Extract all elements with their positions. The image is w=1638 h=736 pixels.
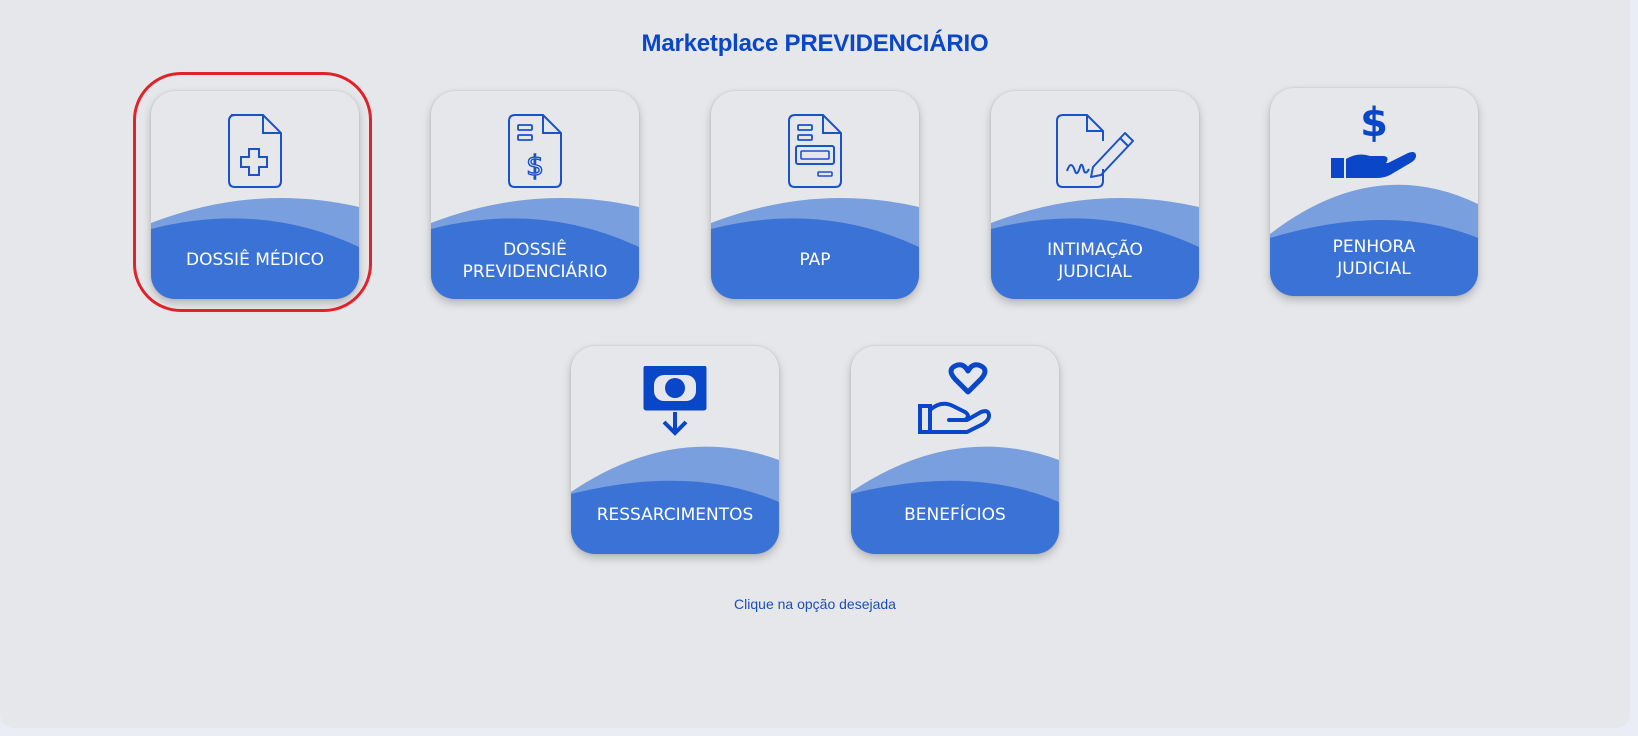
- card-label: DOSSIÊ PREVIDENCIÁRIO: [462, 240, 608, 282]
- card-beneficios[interactable]: BENEFÍCIOS: [851, 346, 1059, 554]
- card-label: RESSARCIMENTOS: [596, 505, 754, 525]
- card-intimacao-judicial[interactable]: INTIMAÇÃO JUDICIAL: [991, 91, 1199, 299]
- svg-text:$: $: [526, 149, 544, 182]
- card-label: DOSSIÊ MÉDICO: [186, 250, 324, 270]
- page-title: Marketplace PREVIDENCIÁRIO: [641, 30, 989, 57]
- svg-text:$: $: [1360, 102, 1388, 146]
- hint-text: Clique na opção desejada: [734, 596, 896, 612]
- hand-heart-icon: [918, 362, 991, 434]
- card-dossie-previdenciario[interactable]: $ DOSSIÊ PREVIDENCIÁRIO: [431, 91, 639, 299]
- money-document-icon: $: [508, 114, 562, 188]
- signed-document-icon: [1056, 114, 1134, 188]
- hand-dollar-icon: $: [1331, 102, 1416, 178]
- card-label: INTIMAÇÃO JUDICIAL: [1047, 240, 1143, 282]
- card-label: PENHORA JUDICIAL: [1332, 237, 1416, 279]
- card-ressarcimentos[interactable]: RESSARCIMENTOS: [571, 346, 779, 554]
- card-pap[interactable]: PAP: [711, 91, 919, 299]
- card-penhora-judicial[interactable]: $ PENHORA JUDICIAL: [1270, 88, 1478, 296]
- main-panel: Marketplace PREVIDENCIÁRIO DOSSIÊ MÉDICO…: [0, 0, 1630, 728]
- card-label: BENEFÍCIOS: [904, 505, 1006, 525]
- card-label: PAP: [799, 250, 831, 270]
- form-document-icon: [788, 114, 842, 188]
- cash-download-icon: [643, 366, 707, 436]
- medical-document-icon: [228, 114, 282, 188]
- card-dossie-medico[interactable]: DOSSIÊ MÉDICO: [151, 91, 359, 299]
